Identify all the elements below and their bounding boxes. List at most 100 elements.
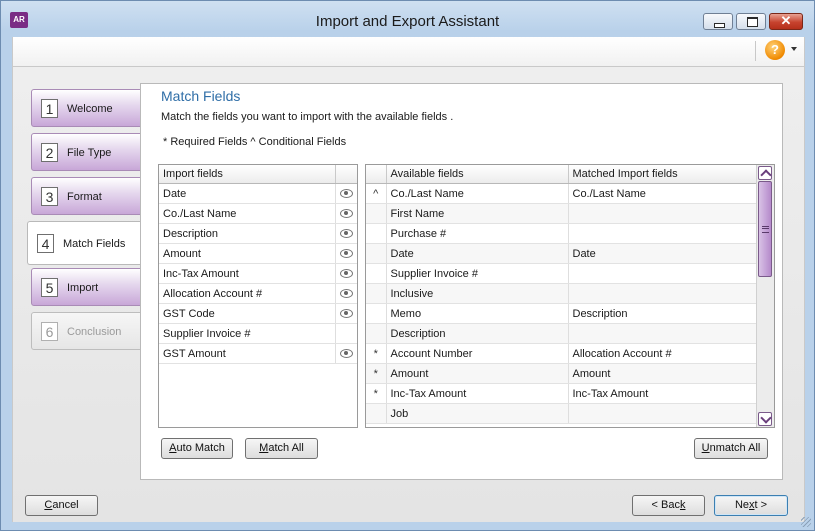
import-field-name[interactable]: Description <box>159 223 336 244</box>
scroll-down-button[interactable] <box>758 412 772 426</box>
table-row[interactable]: Description <box>159 223 357 244</box>
table-row[interactable]: * Account Number Allocation Account # <box>366 343 759 364</box>
available-field-name[interactable]: Supplier Invoice # <box>386 263 569 284</box>
cancel-button[interactable]: Cancel <box>25 495 98 516</box>
table-row[interactable]: Purchase # <box>366 223 759 244</box>
scroll-thumb[interactable] <box>758 181 772 277</box>
eye-icon[interactable] <box>339 249 353 259</box>
table-row[interactable]: Co./Last Name <box>159 203 357 224</box>
title-bar[interactable]: AR Import and Export Assistant ✕ <box>1 1 814 37</box>
table-row[interactable]: GST Code <box>159 303 357 324</box>
import-field-name[interactable]: Date <box>159 183 336 204</box>
available-field-name[interactable]: Purchase # <box>386 223 569 244</box>
table-row[interactable]: * Inc-Tax Amount Inc-Tax Amount <box>366 383 759 404</box>
step-match-fields[interactable]: 4 Match Fields <box>27 221 141 265</box>
preview-cell[interactable] <box>335 343 357 364</box>
next-button[interactable]: Next > <box>714 495 788 516</box>
maximize-button[interactable] <box>736 13 766 30</box>
step-file-type[interactable]: 2 File Type <box>31 133 141 171</box>
matched-import-field[interactable]: Co./Last Name <box>568 183 759 204</box>
preview-cell[interactable] <box>335 223 357 244</box>
matched-import-field[interactable] <box>568 323 759 344</box>
close-button[interactable]: ✕ <box>769 13 803 30</box>
matched-import-fields-header[interactable]: Matched Import fields <box>568 165 759 184</box>
preview-cell[interactable] <box>335 183 357 204</box>
available-field-name[interactable]: Date <box>386 243 569 264</box>
table-row[interactable]: Memo Description <box>366 303 759 324</box>
import-fields-header[interactable]: Import fields <box>159 165 336 184</box>
preview-cell[interactable] <box>335 203 357 224</box>
table-row[interactable]: GST Amount <box>159 343 357 364</box>
preview-cell[interactable] <box>335 323 357 344</box>
available-field-name[interactable]: Description <box>386 323 569 344</box>
eye-icon[interactable] <box>339 229 353 239</box>
preview-cell[interactable] <box>335 303 357 324</box>
resize-grip[interactable] <box>801 517 811 527</box>
available-fields-grid[interactable]: Available fields Matched Import fields ^… <box>365 164 775 428</box>
step-format[interactable]: 3 Format <box>31 177 141 215</box>
preview-cell[interactable] <box>335 243 357 264</box>
eye-icon[interactable] <box>339 309 353 319</box>
eye-icon[interactable] <box>339 349 353 359</box>
import-field-name[interactable]: Supplier Invoice # <box>159 323 336 344</box>
available-field-name[interactable]: Inc-Tax Amount <box>386 383 569 404</box>
matched-import-field[interactable]: Amount <box>568 363 759 384</box>
available-field-name[interactable]: First Name <box>386 203 569 224</box>
preview-cell[interactable] <box>335 283 357 304</box>
import-field-name[interactable]: Inc-Tax Amount <box>159 263 336 284</box>
import-fields-grid[interactable]: Import fields Date Co./Last Name Descripti… <box>158 164 358 428</box>
table-row[interactable]: Date <box>159 183 357 204</box>
auto-match-button[interactable]: Auto Match <box>161 438 233 459</box>
available-field-name[interactable]: Job <box>386 403 569 424</box>
table-row[interactable]: Supplier Invoice # <box>366 263 759 284</box>
available-field-name[interactable]: Co./Last Name <box>386 183 569 204</box>
table-row[interactable]: Job <box>366 403 759 424</box>
step-import[interactable]: 5 Import <box>31 268 141 306</box>
available-field-name[interactable]: Inclusive <box>386 283 569 304</box>
matched-import-field[interactable] <box>568 283 759 304</box>
table-row[interactable]: Amount <box>159 243 357 264</box>
table-row[interactable]: Inc-Tax Amount <box>159 263 357 284</box>
available-fields-scrollbar[interactable] <box>756 165 774 427</box>
eye-icon[interactable] <box>339 209 353 219</box>
matched-import-field[interactable] <box>568 403 759 424</box>
table-row[interactable]: Description <box>366 323 759 344</box>
help-dropdown-arrow-icon[interactable] <box>791 47 797 51</box>
required-fields-legend: * Required Fields ^ Conditional Fields <box>163 136 347 148</box>
minimize-button[interactable] <box>703 13 733 30</box>
table-row[interactable]: Supplier Invoice # <box>159 323 357 344</box>
matched-import-field[interactable]: Description <box>568 303 759 324</box>
available-field-name[interactable]: Account Number <box>386 343 569 364</box>
import-field-name[interactable]: Co./Last Name <box>159 203 336 224</box>
back-button[interactable]: < Back <box>632 495 705 516</box>
table-row[interactable]: ^ Co./Last Name Co./Last Name <box>366 183 759 204</box>
available-field-name[interactable]: Memo <box>386 303 569 324</box>
import-field-name[interactable]: GST Code <box>159 303 336 324</box>
match-all-button[interactable]: Match All <box>245 438 318 459</box>
matched-import-field[interactable] <box>568 223 759 244</box>
step-welcome[interactable]: 1 Welcome <box>31 89 141 127</box>
matched-import-field[interactable]: Allocation Account # <box>568 343 759 364</box>
table-row[interactable]: Date Date <box>366 243 759 264</box>
table-row[interactable]: Allocation Account # <box>159 283 357 304</box>
button-label: ancel <box>52 499 79 511</box>
matched-import-field[interactable] <box>568 203 759 224</box>
available-fields-header[interactable]: Available fields <box>386 165 569 184</box>
available-field-name[interactable]: Amount <box>386 363 569 384</box>
import-field-name[interactable]: Amount <box>159 243 336 264</box>
unmatch-all-button[interactable]: Unmatch All <box>694 438 768 459</box>
table-row[interactable]: Inclusive <box>366 283 759 304</box>
help-icon[interactable]: ? <box>765 40 785 60</box>
matched-import-field[interactable]: Date <box>568 243 759 264</box>
matched-import-field[interactable]: Inc-Tax Amount <box>568 383 759 404</box>
eye-icon[interactable] <box>339 289 353 299</box>
eye-icon[interactable] <box>339 189 353 199</box>
scroll-up-button[interactable] <box>758 166 772 181</box>
table-row[interactable]: First Name <box>366 203 759 224</box>
preview-cell[interactable] <box>335 263 357 284</box>
import-field-name[interactable]: GST Amount <box>159 343 336 364</box>
import-field-name[interactable]: Allocation Account # <box>159 283 336 304</box>
eye-icon[interactable] <box>339 269 353 279</box>
matched-import-field[interactable] <box>568 263 759 284</box>
table-row[interactable]: * Amount Amount <box>366 363 759 384</box>
